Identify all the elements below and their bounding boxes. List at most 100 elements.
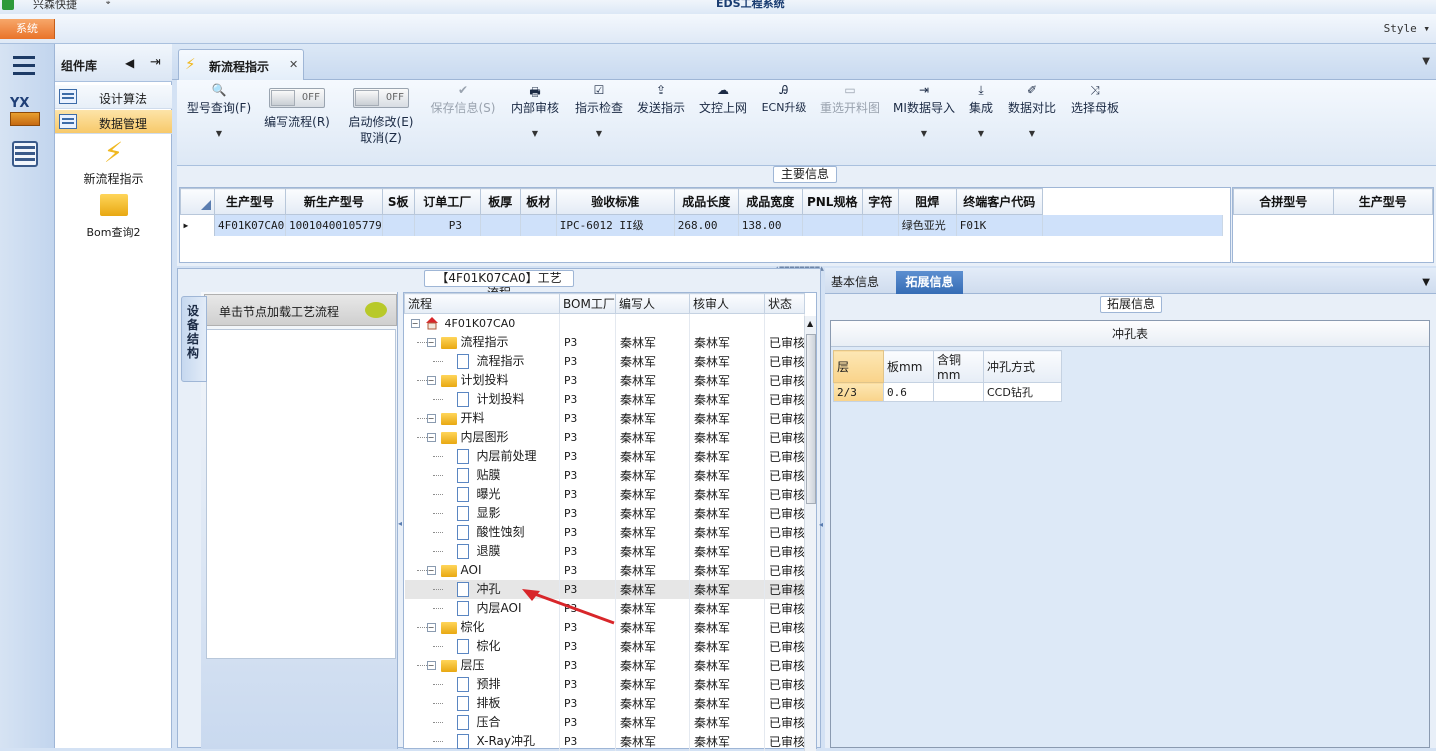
cell-checker[interactable]: 秦林军 <box>689 732 765 751</box>
cell-writer[interactable]: 秦林军 <box>615 656 690 675</box>
cell-checker[interactable]: 秦林军 <box>689 561 765 580</box>
cell-checker[interactable] <box>689 313 765 333</box>
tree-row[interactable]: 预排 P3 秦林军 秦林军 已审核 <box>404 675 805 694</box>
row-selector-icon[interactable]: ▶ <box>180 214 215 236</box>
collapse-node-icon[interactable]: − <box>426 433 436 442</box>
splitter-arrow-icon[interactable]: ◂ <box>819 520 823 529</box>
column-header[interactable]: 板mm <box>883 350 934 383</box>
start-modify-toggle[interactable]: OFF 启动修改(E) 取消(Z) <box>341 80 421 160</box>
tab-device-structure[interactable]: 设备结构 <box>181 296 207 382</box>
tree-row[interactable]: X-Ray冲孔 P3 秦林军 秦林军 已审核 <box>404 732 805 751</box>
cell-factory[interactable] <box>559 313 616 333</box>
library-tool-new-process[interactable]: ⚡ 新流程指示 <box>55 136 172 187</box>
system-menu-button[interactable]: 系统 <box>0 19 55 39</box>
cell-writer[interactable]: 秦林军 <box>615 371 690 390</box>
cell-writer[interactable]: 秦林军 <box>615 637 690 656</box>
cell-factory[interactable]: P3 <box>559 542 616 561</box>
ecn-upgrade-button[interactable]: Ꭿ ECN升级 <box>757 80 811 160</box>
column-header[interactable]: S板 <box>381 188 415 215</box>
cell-checker[interactable]: 秦林军 <box>689 694 765 713</box>
cell-writer[interactable]: 秦林军 <box>615 618 690 637</box>
cell-status[interactable]: 已审核 <box>764 409 805 428</box>
cell-checker[interactable]: 秦林军 <box>689 485 765 504</box>
dropdown-arrow-icon[interactable]: ▼ <box>181 129 257 138</box>
cell-status[interactable]: 已审核 <box>764 542 805 561</box>
cell-checker[interactable]: 秦林军 <box>689 504 765 523</box>
table-row[interactable]: ▶ 4F01K07CA0 10010400105779 P3 IPC-6012 … <box>180 214 1223 236</box>
pin-panel-icon[interactable]: ⇥ <box>150 55 161 70</box>
cell-writer[interactable]: 秦林军 <box>615 713 690 732</box>
column-header[interactable]: 阻焊 <box>897 188 957 215</box>
tree-node-cell[interactable]: − 流程指示 <box>404 333 560 352</box>
tree-node-cell[interactable]: 流程指示 <box>404 352 560 371</box>
cell-checker[interactable]: 秦林军 <box>689 580 765 599</box>
cell-checker[interactable]: 秦林军 <box>689 390 765 409</box>
cell-writer[interactable]: 秦林军 <box>615 732 690 751</box>
tree-node-cell[interactable]: 内层前处理 <box>404 447 560 466</box>
tree-row[interactable]: 内层前处理 P3 秦林军 秦林军 已审核 <box>404 447 805 466</box>
cell-writer[interactable] <box>615 313 690 333</box>
cell-writer[interactable]: 秦林军 <box>615 352 690 371</box>
cell-checker[interactable]: 秦林军 <box>689 466 765 485</box>
cell[interactable] <box>480 214 521 236</box>
tree-node-cell[interactable]: 棕化 <box>404 637 560 656</box>
cell-factory[interactable]: P3 <box>559 561 616 580</box>
cell-status[interactable]: 已审核 <box>764 618 805 637</box>
dropdown-arrow-icon[interactable]: ▼ <box>1005 129 1059 138</box>
cell[interactable] <box>862 214 899 236</box>
save-info-button[interactable]: ✔ 保存信息(S) <box>427 80 499 160</box>
cell[interactable]: 138.00 <box>738 214 803 236</box>
column-header[interactable]: BOM工厂 <box>559 293 616 314</box>
data-compare-button[interactable]: ✐ 数据对比 ▼ <box>1005 80 1059 160</box>
tree-row[interactable]: − 计划投料 P3 秦林军 秦林军 已审核 <box>404 371 805 390</box>
cell[interactable]: 绿色亚光 <box>898 214 957 236</box>
tab-list-dropdown-icon[interactable]: ▼ <box>1422 56 1430 67</box>
cell-factory[interactable]: P3 <box>559 694 616 713</box>
tree-row[interactable]: − AOI P3 秦林军 秦林军 已审核 <box>404 561 805 580</box>
cell-checker[interactable]: 秦林军 <box>689 675 765 694</box>
mi-data-import-button[interactable]: ⇥ MI数据导入 ▼ <box>891 80 957 160</box>
tree-node-cell[interactable]: 排板 <box>404 694 560 713</box>
cell[interactable]: 2/3 <box>833 382 884 402</box>
cell[interactable] <box>1042 214 1223 236</box>
cell-factory[interactable]: P3 <box>559 713 616 732</box>
column-header[interactable]: PNL规格 <box>801 188 863 215</box>
cell-writer[interactable]: 秦林军 <box>615 447 690 466</box>
cell-status[interactable]: 已审核 <box>764 504 805 523</box>
cell-checker[interactable]: 秦林军 <box>689 599 765 618</box>
cell-writer[interactable]: 秦林军 <box>615 542 690 561</box>
tab-basic-info[interactable]: 基本信息 <box>831 273 879 290</box>
cell-factory[interactable]: P3 <box>559 390 616 409</box>
tree-node-cell[interactable]: 显影 <box>404 504 560 523</box>
collapse-node-icon[interactable]: − <box>410 319 420 328</box>
column-header[interactable]: 验收标准 <box>555 188 675 215</box>
column-header[interactable]: 核审人 <box>689 293 765 314</box>
dropdown-arrow-icon[interactable]: ▼ <box>507 129 563 138</box>
cell-writer[interactable]: 秦林军 <box>615 694 690 713</box>
cell[interactable]: 0.6 <box>883 382 934 402</box>
tree-row[interactable]: 退膜 P3 秦林军 秦林军 已审核 <box>404 542 805 561</box>
tree-row[interactable]: − 4F01K07CA0 <box>404 313 805 333</box>
cell-writer[interactable]: 秦林军 <box>615 485 690 504</box>
cell-checker[interactable]: 秦林军 <box>689 656 765 675</box>
cell[interactable] <box>520 214 557 236</box>
cell-status[interactable]: 已审核 <box>764 561 805 580</box>
column-header[interactable]: 成品长度 <box>673 188 739 215</box>
column-header[interactable]: 新生产型号 <box>285 188 383 215</box>
scroll-up-arrow-icon[interactable]: ▲ <box>807 319 813 328</box>
cell-status[interactable]: 已审核 <box>764 447 805 466</box>
cell-status[interactable]: 已审核 <box>764 428 805 447</box>
cell-status[interactable]: 已审核 <box>764 333 805 352</box>
cell-factory[interactable]: P3 <box>559 409 616 428</box>
cell[interactable]: 10010400105779 <box>285 214 383 236</box>
tree-node-cell[interactable]: 预排 <box>404 675 560 694</box>
tree-row[interactable]: 贴膜 P3 秦林军 秦林军 已审核 <box>404 466 805 485</box>
cell-status[interactable]: 已审核 <box>764 352 805 371</box>
cell-status[interactable]: 已审核 <box>764 371 805 390</box>
cell-status[interactable]: 已审核 <box>764 732 805 751</box>
tree-row[interactable]: 显影 P3 秦林军 秦林军 已审核 <box>404 504 805 523</box>
cell-status[interactable]: 已审核 <box>764 656 805 675</box>
tree-node-cell[interactable]: − 计划投料 <box>404 371 560 390</box>
tree-node-cell[interactable]: − AOI <box>404 561 560 580</box>
cell[interactable]: CCD钻孔 <box>983 382 1062 402</box>
